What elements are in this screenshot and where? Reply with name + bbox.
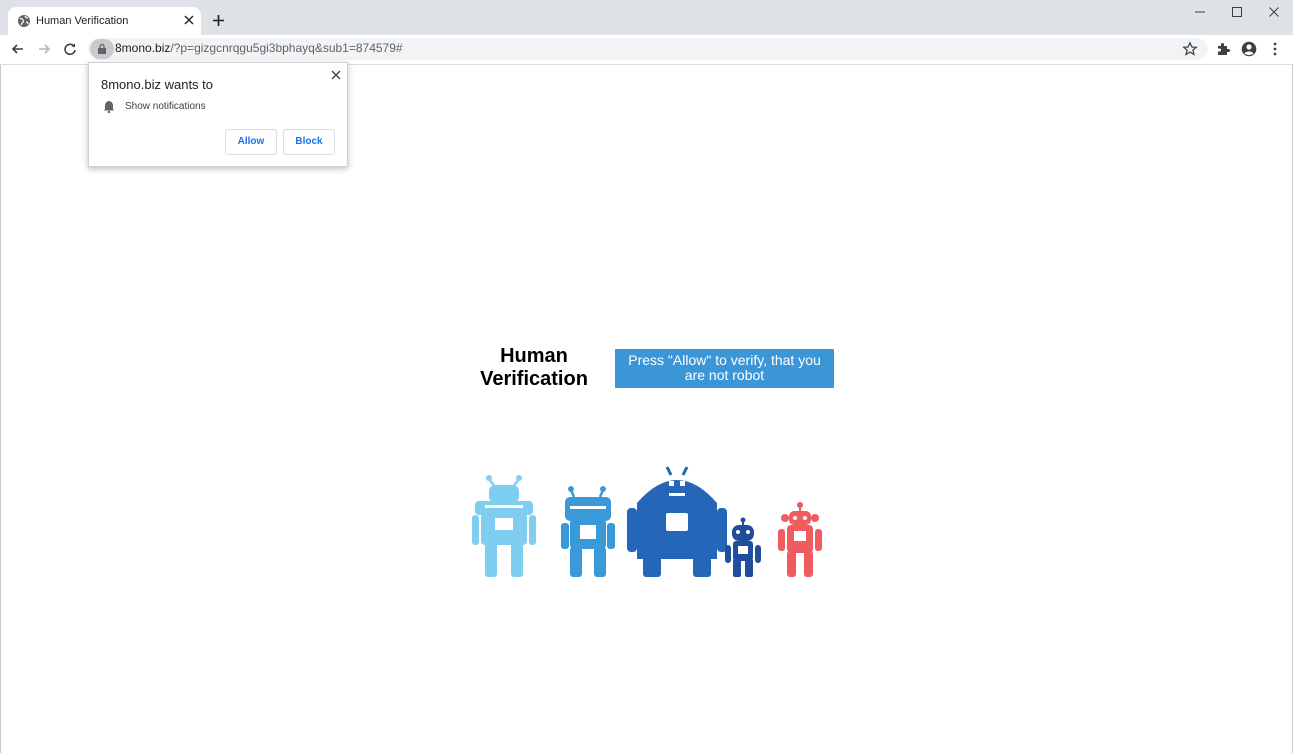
verify-button[interactable]: Press "Allow" to verify, that you are no… <box>615 349 834 388</box>
url-host: 8mono.biz <box>115 41 171 55</box>
close-tab-icon[interactable] <box>182 13 196 27</box>
headline-line-1: Human <box>500 345 568 367</box>
site-info-button[interactable] <box>90 39 114 59</box>
window-close-icon[interactable] <box>1267 5 1281 19</box>
lock-icon <box>98 43 106 54</box>
allow-button[interactable]: Allow <box>225 129 277 155</box>
arrow-right-icon[interactable] <box>36 41 52 57</box>
bell-icon <box>104 101 114 113</box>
permission-label: Show notifications <box>125 101 206 112</box>
robot-medium-blue <box>561 486 615 577</box>
new-tab-plus-icon[interactable] <box>211 13 226 28</box>
url-path: /?p=gizgcnrqgu5gi3bphayq&sub1=874579# <box>170 41 403 55</box>
browser-tab[interactable]: Human Verification <box>8 7 201 35</box>
prompt-title: 8mono.biz wants to <box>101 77 214 92</box>
page-headline: Human Verification <box>466 345 602 391</box>
kebab-menu-icon[interactable] <box>1267 41 1283 57</box>
robot-small-dark-blue <box>725 517 761 577</box>
robots-illustration <box>472 466 822 577</box>
globe-icon <box>18 15 30 27</box>
star-icon[interactable] <box>1182 41 1198 57</box>
browser-toolbar: 8mono.biz/?p=gizgcnrqgu5gi3bphayq&sub1=8… <box>0 35 1293 65</box>
arrow-left-icon[interactable] <box>10 41 26 57</box>
browser-title-bar: Human Verification <box>0 0 1293 35</box>
address-bar[interactable]: 8mono.biz/?p=gizgcnrqgu5gi3bphayq&sub1=8… <box>88 38 1208 60</box>
minimize-icon[interactable] <box>1193 5 1207 19</box>
close-icon[interactable] <box>330 69 342 81</box>
reload-icon[interactable] <box>62 41 78 57</box>
url-text: 8mono.biz/?p=gizgcnrqgu5gi3bphayq&sub1=8… <box>115 41 403 55</box>
robot-red <box>778 502 822 577</box>
headline-line-2: Verification <box>480 368 588 390</box>
notification-permission-prompt: 8mono.biz wants to Show notifications Al… <box>88 62 348 167</box>
tab-title: Human Verification <box>36 15 129 27</box>
page-viewport: Human Verification Press "Allow" to veri… <box>0 65 1293 753</box>
block-button[interactable]: Block <box>283 129 335 155</box>
robot-light-blue <box>472 475 536 577</box>
puzzle-icon[interactable] <box>1215 41 1231 57</box>
maximize-icon[interactable] <box>1230 5 1244 19</box>
robot-big-blue <box>627 466 727 577</box>
account-icon[interactable] <box>1241 41 1257 57</box>
